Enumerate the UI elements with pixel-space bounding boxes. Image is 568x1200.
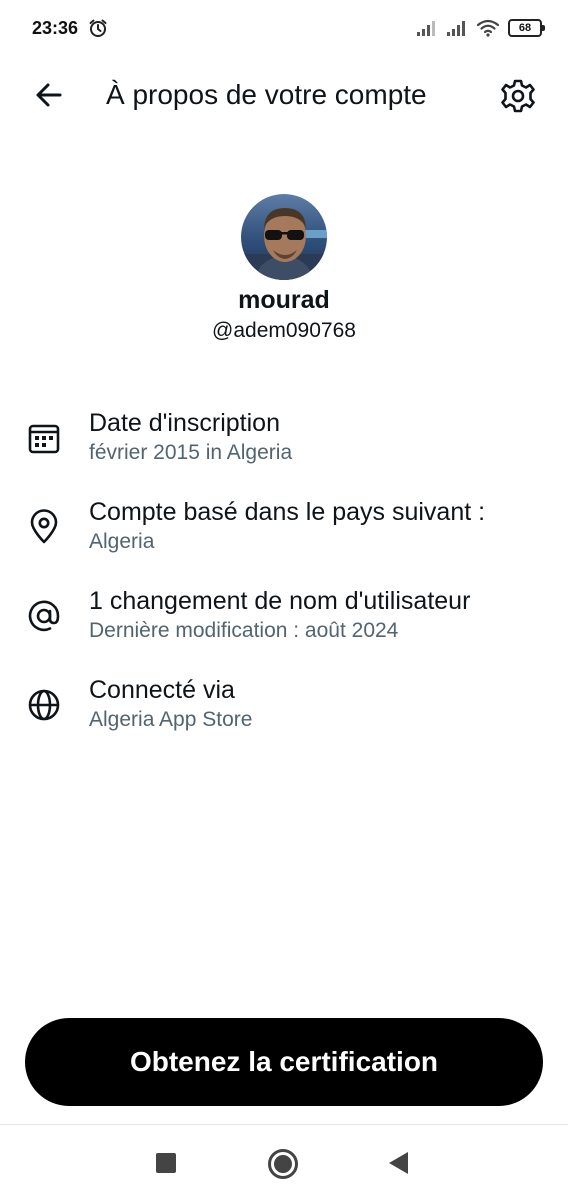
system-back-button[interactable]: [389, 1152, 408, 1174]
account-info-list: Date d'inscription février 2015 in Alger…: [0, 402, 568, 758]
info-subtitle: février 2015 in Algeria: [89, 441, 293, 464]
battery-level: 68: [518, 22, 532, 34]
info-item-country: Compte basé dans le pays suivant : Alger…: [0, 491, 568, 580]
wifi-icon: [476, 19, 500, 37]
recents-button[interactable]: [156, 1153, 176, 1173]
back-button[interactable]: [30, 78, 70, 112]
profile-section: mourad @adem090768: [0, 194, 568, 343]
profile-handle: @adem090768: [212, 319, 356, 342]
info-text: Connecté via Algeria App Store: [89, 675, 252, 734]
profile-name: mourad: [238, 286, 330, 314]
info-title: Compte basé dans le pays suivant :: [89, 498, 486, 526]
alarm-icon: [89, 19, 107, 37]
battery-indicator: 68: [508, 19, 545, 37]
info-title: Connecté via: [89, 676, 235, 704]
info-item-username-changes: 1 changement de nom d'utilisateur Derniè…: [0, 580, 568, 669]
status-left: 23:36: [32, 18, 108, 39]
gear-icon: [501, 79, 535, 113]
at-sign-icon: [28, 600, 60, 632]
status-right: 68: [416, 19, 545, 37]
info-title: 1 changement de nom d'utilisateur: [89, 587, 471, 615]
avatar-photo: [241, 194, 327, 280]
arrow-left-icon: [36, 83, 62, 107]
signal-icon: [417, 21, 435, 36]
screen: 23:36 68 À propos de votre compte mourad…: [0, 0, 568, 1200]
info-subtitle: Algeria: [89, 530, 155, 553]
page-title: À propos de votre compte: [106, 79, 427, 110]
status-bar: 23:36 68: [0, 0, 568, 56]
info-subtitle: Dernière modification : août 2024: [89, 619, 399, 642]
get-verified-button[interactable]: Obtenez la certification: [25, 1018, 543, 1106]
info-subtitle: Algeria App Store: [89, 708, 253, 731]
calendar-icon: [28, 424, 60, 454]
info-text: Date d'inscription février 2015 in Alger…: [89, 408, 292, 467]
header: À propos de votre compte: [0, 62, 568, 128]
info-text: 1 changement de nom d'utilisateur Derniè…: [89, 586, 470, 645]
info-text: Compte basé dans le pays suivant : Alger…: [89, 497, 485, 556]
status-time: 23:36: [32, 17, 79, 38]
globe-icon: [28, 689, 60, 721]
location-pin-icon: [30, 509, 58, 544]
info-item-connected-via: Connecté via Algeria App Store: [0, 669, 568, 758]
info-title: Date d'inscription: [89, 409, 280, 437]
settings-button[interactable]: [498, 76, 538, 116]
info-item-join-date: Date d'inscription février 2015 in Alger…: [0, 402, 568, 491]
system-nav-bar: [0, 1124, 568, 1200]
home-button[interactable]: [268, 1149, 298, 1179]
avatar[interactable]: [241, 194, 327, 280]
signal-icon-2: [447, 21, 465, 36]
